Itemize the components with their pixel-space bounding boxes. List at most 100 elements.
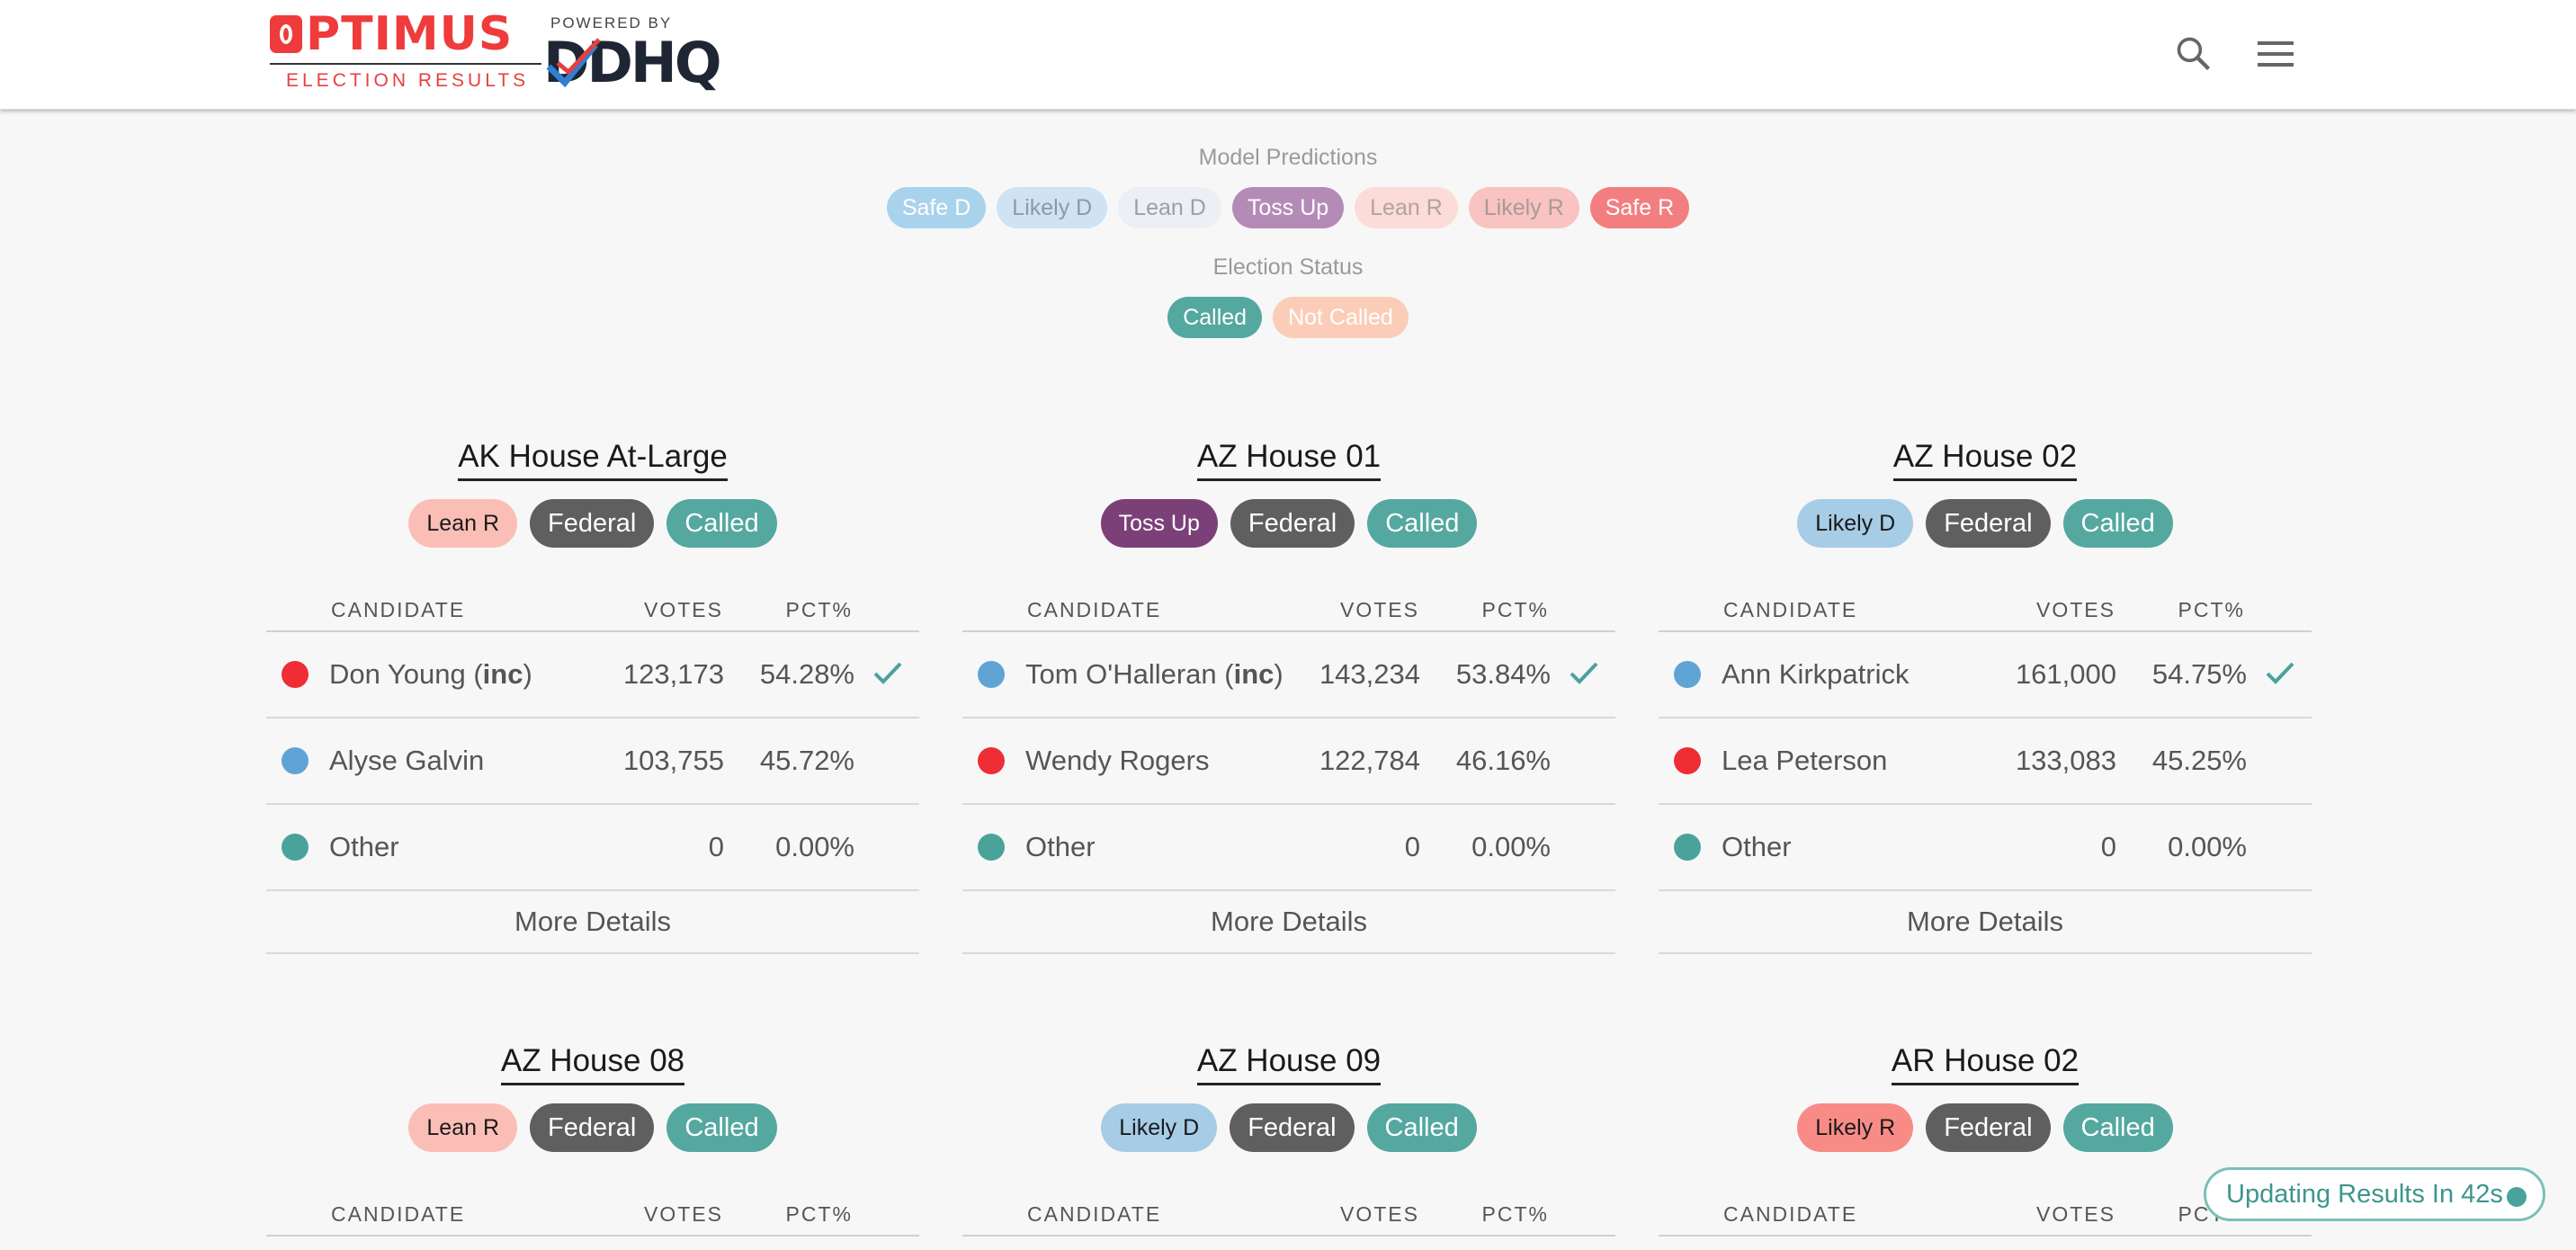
status-pill-not-called[interactable]: Not Called [1273,297,1409,338]
candidate-column-header: CANDIDATE [331,1202,466,1226]
race-card: AZ House 09 Likely D Federal Called CANDIDAT… [962,1043,1615,1237]
table-header: CANDIDATE VOTES PCT% [266,566,919,632]
race-tags: Likely D Federal Called [1659,499,2312,548]
candidate-column-header: CANDIDATE [1027,598,1162,621]
party-dot [1674,747,1701,774]
status-badge: Called [2062,1103,2173,1152]
hamburger-menu-icon[interactable] [2258,40,2295,68]
candidate-votes: 0 [2100,831,2116,862]
candidate-row: Other 0 0.00% [1659,805,2312,891]
candidate-votes: 133,083 [2015,745,2116,776]
candidate-row: Don Young (inc) 123,173 54.28% [266,632,919,719]
party-dot [282,661,309,688]
filter-pill-lean-r[interactable]: Lean R [1355,187,1458,228]
candidate-row: Alyse Galvin 103,755 45.72% [266,719,919,805]
candidate-pct: 0.00% [1471,831,1551,862]
candidate-pct: 0.00% [2168,831,2247,862]
candidate-name: Wendy Rogers [1025,745,1210,776]
status-pill-called[interactable]: Called [1167,297,1263,338]
prediction-filter-pills: Safe D Likely D Lean D Toss Up Lean R Likely … [0,187,2576,228]
votes-column-header: VOTES [1340,598,1419,621]
candidate-votes: 103,755 [622,745,724,776]
race-title[interactable]: AZ House 09 [1196,1043,1382,1085]
status-badge: Called [1366,1103,1477,1152]
party-dot [282,834,309,861]
race-card: AZ House 08 Lean R Federal Called CANDIDATE V… [266,1043,919,1237]
race-tags: Lean R Federal Called [266,1103,919,1152]
votes-column-header: VOTES [2036,1202,2115,1226]
party-dot [1674,661,1701,688]
candidate-name: Tom O'Halleran (inc) [1025,658,1284,690]
candidate-column-header: CANDIDATE [1027,1202,1162,1226]
candidate-row: Ann Kirkpatrick 161,000 54.75% [1659,632,2312,719]
candidate-pct: 0.00% [775,831,854,862]
level-badge: Federal [1926,1103,2051,1152]
candidate-votes: 0 [708,831,724,862]
race-tags: Likely D Federal Called [962,1103,1615,1152]
winner-check-icon [873,662,902,684]
race-title[interactable]: AZ House 08 [500,1043,685,1085]
rating-badge: Lean R [408,499,518,548]
update-results-badge[interactable]: Updating Results In 42s [2204,1167,2545,1221]
candidate-name: Other [1722,831,1792,862]
party-dot [978,747,1005,774]
candidate-row: Lea Peterson 133,083 45.25% [1659,719,2312,805]
model-predictions-title: Model Predictions [1198,145,1378,170]
votes-column-header: VOTES [1340,1202,1419,1226]
candidate-votes: 123,173 [622,658,724,690]
race-title[interactable]: AK House At-Large [458,439,728,481]
party-dot [282,747,309,774]
race-title[interactable]: AR House 02 [1891,1043,2080,1085]
party-dot [1674,834,1701,861]
candidate-column-header: CANDIDATE [1723,1202,1858,1226]
status-badge: Called [666,1103,777,1152]
filter-pill-toss-up[interactable]: Toss Up [1231,187,1345,228]
more-details-link[interactable]: More Details [1659,891,2312,954]
candidate-column-header: CANDIDATE [1723,598,1858,621]
optimus-logo[interactable]: PTIMUS ELECTION RESULTS [270,11,541,92]
rating-badge: Lean R [408,1103,518,1152]
party-dot [978,661,1005,688]
winner-check-icon [1570,662,1598,684]
filter-pill-likely-r[interactable]: Likely R [1468,187,1579,228]
votes-column-header: VOTES [644,598,723,621]
more-details-link[interactable]: More Details [266,891,919,954]
more-details-link[interactable]: More Details [962,891,1615,954]
party-dot [978,834,1005,861]
rating-badge: Likely D [1101,1103,1218,1152]
candidate-name: Other [329,831,399,862]
race-title[interactable]: AZ House 02 [1892,439,2078,481]
table-header: CANDIDATE VOTES PCT% [1659,566,2312,632]
pct-column-header: PCT% [785,598,853,621]
optimus-o-icon [270,15,302,53]
race-tags: Lean R Federal Called [266,499,919,548]
filter-pill-likely-d[interactable]: Likely D [997,187,1108,228]
incumbent-marker: inc [482,658,523,690]
candidate-name: Alyse Galvin [329,745,485,776]
candidate-row: Other 0 0.00% [266,805,919,891]
filter-pill-safe-d[interactable]: Safe D [886,187,987,228]
votes-column-header: VOTES [644,1202,723,1226]
election-status-title: Election Status [1212,254,1364,280]
table-header: CANDIDATE VOTES PCT% [266,1170,919,1237]
filter-pill-lean-d[interactable]: Lean D [1118,187,1221,228]
race-title[interactable]: AZ House 01 [1196,439,1382,481]
race-card: AK House At-Large Lean R Federal Called CAND… [266,439,919,954]
level-badge: Federal [1926,499,2051,548]
winner-check-icon [2266,662,2294,684]
search-icon[interactable] [2174,34,2214,74]
candidate-votes: 161,000 [2015,658,2116,690]
rating-badge: Likely R [1797,1103,1914,1152]
race-card: AZ House 02 Likely D Federal Called CANDIDAT… [1659,439,2312,954]
live-status-dot [2507,1187,2527,1207]
candidate-row: Tom O'Halleran (inc) 143,234 53.84% [962,632,1615,719]
filter-pill-safe-r[interactable]: Safe R [1589,187,1690,228]
candidate-pct: 45.25% [2151,745,2247,776]
table-header: CANDIDATE VOTES PCT% [962,566,1615,632]
candidate-name: Ann Kirkpatrick [1722,658,1910,690]
update-countdown-text: Updating Results In 42s [2226,1180,2503,1209]
race-tags: Toss Up Federal Called [962,499,1615,548]
status-badge: Called [2062,499,2173,548]
status-badge: Called [1367,499,1478,548]
candidate-column-header: CANDIDATE [331,598,466,621]
